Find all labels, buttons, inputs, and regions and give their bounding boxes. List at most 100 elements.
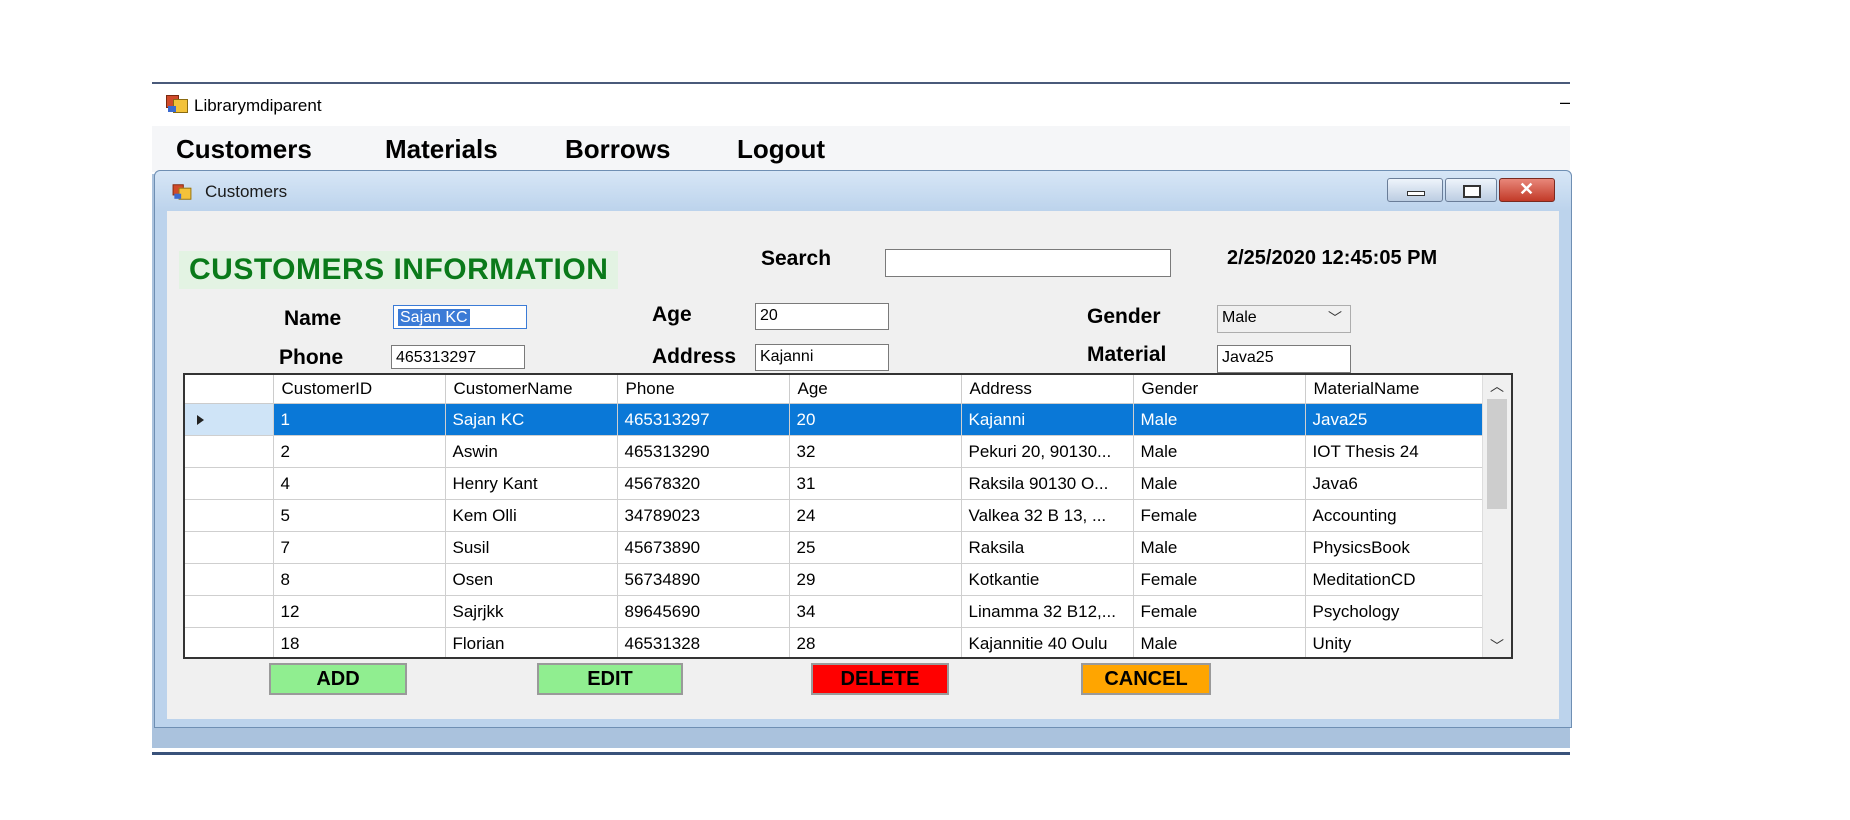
menu-materials[interactable]: Materials: [385, 134, 498, 165]
menu-customers[interactable]: Customers: [176, 134, 312, 165]
cell[interactable]: 34: [789, 595, 962, 628]
table-row[interactable]: 1 Sajan KC 465313297 20 Kajanni Male Jav…: [185, 403, 1484, 436]
table-row[interactable]: 8 Osen 56734890 29 Kotkantie Female Medi…: [185, 563, 1484, 596]
cell[interactable]: Accounting: [1305, 499, 1484, 532]
cell[interactable]: Osen: [445, 563, 618, 596]
cell[interactable]: Kotkantie: [961, 563, 1134, 596]
cell[interactable]: 29: [789, 563, 962, 596]
cell[interactable]: Male: [1133, 403, 1306, 436]
column-header[interactable]: Phone: [617, 375, 790, 404]
cell[interactable]: Linamma 32 B12,...: [961, 595, 1134, 628]
cell[interactable]: Male: [1133, 531, 1306, 564]
address-field[interactable]: Kajanni: [755, 344, 889, 371]
cell[interactable]: PhysicsBook: [1305, 531, 1484, 564]
row-header[interactable]: [185, 627, 274, 657]
add-button[interactable]: ADD: [269, 663, 407, 695]
cell[interactable]: 7: [273, 531, 446, 564]
cell[interactable]: Sajan KC: [445, 403, 618, 436]
row-header[interactable]: [185, 499, 274, 532]
cell[interactable]: Valkea 32 B 13, ...: [961, 499, 1134, 532]
cell[interactable]: 56734890: [617, 563, 790, 596]
name-field[interactable]: Sajan KC: [393, 305, 527, 329]
column-header[interactable]: CustomerName: [445, 375, 618, 404]
scroll-up-icon[interactable]: ︿: [1483, 375, 1511, 397]
cell[interactable]: Kajanni: [961, 403, 1134, 436]
cell[interactable]: IOT Thesis 24: [1305, 435, 1484, 468]
cell[interactable]: 18: [273, 627, 446, 657]
child-minimize-button[interactable]: [1387, 178, 1443, 202]
table-row[interactable]: 12 Sajrjkk 89645690 34 Linamma 32 B12,..…: [185, 595, 1484, 628]
cell[interactable]: 32: [789, 435, 962, 468]
scroll-down-icon[interactable]: ﹀: [1483, 635, 1511, 657]
cell[interactable]: 46531328: [617, 627, 790, 657]
table-row[interactable]: 5 Kem Olli 34789023 24 Valkea 32 B 13, .…: [185, 499, 1484, 532]
cell[interactable]: 34789023: [617, 499, 790, 532]
cancel-button[interactable]: CANCEL: [1081, 663, 1211, 695]
cell[interactable]: 465313290: [617, 435, 790, 468]
cell[interactable]: 4: [273, 467, 446, 500]
column-header[interactable]: CustomerID: [273, 375, 446, 404]
cell[interactable]: Raksila 90130 O...: [961, 467, 1134, 500]
column-header[interactable]: Address: [961, 375, 1134, 404]
cell[interactable]: 465313297: [617, 403, 790, 436]
parent-minimize-button[interactable]: –: [1560, 92, 1570, 113]
age-field[interactable]: 20: [755, 303, 889, 330]
row-header[interactable]: [185, 435, 274, 468]
cell[interactable]: Java25: [1305, 403, 1484, 436]
cell[interactable]: Susil: [445, 531, 618, 564]
gender-select[interactable]: Male ﹀: [1217, 305, 1351, 333]
child-restore-button[interactable]: [1445, 178, 1497, 202]
customers-grid[interactable]: CustomerID CustomerName Phone Age Addres…: [183, 373, 1513, 659]
table-row[interactable]: 18 Florian 46531328 28 Kajannitie 40 Oul…: [185, 627, 1484, 657]
cell[interactable]: 25: [789, 531, 962, 564]
cell[interactable]: Male: [1133, 627, 1306, 657]
cell[interactable]: 24: [789, 499, 962, 532]
cell[interactable]: 31: [789, 467, 962, 500]
material-field[interactable]: Java25: [1217, 345, 1351, 373]
phone-field[interactable]: 465313297: [391, 345, 525, 369]
column-header[interactable]: MaterialName: [1305, 375, 1484, 404]
column-header[interactable]: Age: [789, 375, 962, 404]
grid-vertical-scrollbar[interactable]: ︿ ﹀: [1482, 375, 1511, 657]
cell[interactable]: Unity: [1305, 627, 1484, 657]
row-header[interactable]: [185, 563, 274, 596]
menu-logout[interactable]: Logout: [737, 134, 825, 165]
cell[interactable]: Kajannitie 40 Oulu: [961, 627, 1134, 657]
cell[interactable]: 45673890: [617, 531, 790, 564]
cell[interactable]: 1: [273, 403, 446, 436]
cell[interactable]: 8: [273, 563, 446, 596]
cell[interactable]: 2: [273, 435, 446, 468]
cell[interactable]: Male: [1133, 435, 1306, 468]
edit-button[interactable]: EDIT: [537, 663, 683, 695]
column-header[interactable]: Gender: [1133, 375, 1306, 404]
cell[interactable]: Psychology: [1305, 595, 1484, 628]
row-header[interactable]: [185, 531, 274, 564]
row-header[interactable]: [185, 467, 274, 500]
row-header[interactable]: [185, 403, 274, 436]
cell[interactable]: Raksila: [961, 531, 1134, 564]
cell[interactable]: Female: [1133, 499, 1306, 532]
cell[interactable]: Florian: [445, 627, 618, 657]
cell[interactable]: 45678320: [617, 467, 790, 500]
cell[interactable]: Kem Olli: [445, 499, 618, 532]
cell[interactable]: Henry Kant: [445, 467, 618, 500]
cell[interactable]: Female: [1133, 563, 1306, 596]
table-row[interactable]: 2 Aswin 465313290 32 Pekuri 20, 90130...…: [185, 435, 1484, 468]
cell[interactable]: 12: [273, 595, 446, 628]
cell[interactable]: 89645690: [617, 595, 790, 628]
cell[interactable]: Female: [1133, 595, 1306, 628]
cell[interactable]: 28: [789, 627, 962, 657]
menu-borrows[interactable]: Borrows: [565, 134, 670, 165]
cell[interactable]: Java6: [1305, 467, 1484, 500]
scrollbar-thumb[interactable]: [1487, 399, 1507, 509]
child-close-button[interactable]: ✕: [1499, 178, 1555, 202]
cell[interactable]: Male: [1133, 467, 1306, 500]
search-input[interactable]: [885, 249, 1171, 277]
cell[interactable]: 5: [273, 499, 446, 532]
cell[interactable]: Sajrjkk: [445, 595, 618, 628]
row-header[interactable]: [185, 595, 274, 628]
cell[interactable]: 20: [789, 403, 962, 436]
table-row[interactable]: 4 Henry Kant 45678320 31 Raksila 90130 O…: [185, 467, 1484, 500]
table-row[interactable]: 7 Susil 45673890 25 Raksila Male Physics…: [185, 531, 1484, 564]
cell[interactable]: MeditationCD: [1305, 563, 1484, 596]
